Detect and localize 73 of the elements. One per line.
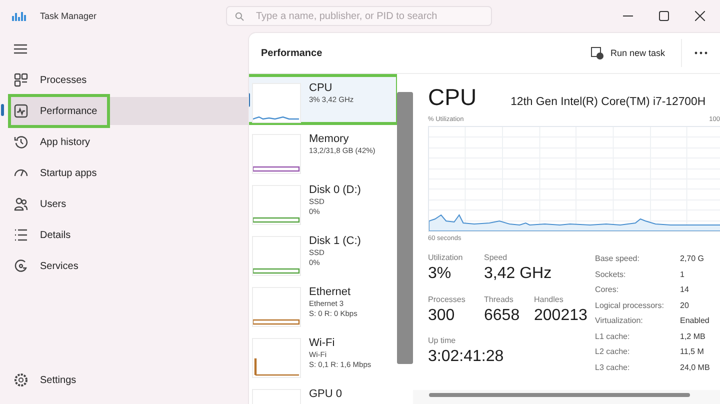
device-name: Disk 1 (C:) (309, 234, 361, 248)
stat-label: Speed (484, 253, 508, 263)
sidebar-label[interactable]: Processes (40, 74, 87, 86)
device-title: CPU (428, 84, 477, 111)
scrollbar[interactable] (429, 393, 690, 397)
spec-value: 14 (680, 284, 690, 296)
maximize-icon[interactable] (659, 11, 669, 21)
device-name: Ethernet (309, 285, 352, 299)
stat-label: Processes (428, 294, 466, 305)
settings-item[interactable]: Settings (8, 366, 248, 394)
spec-label: Sockets: (595, 268, 627, 280)
sidebar-label[interactable]: App history (40, 136, 90, 148)
list-icon (14, 228, 28, 242)
stat-value: 200213 (534, 306, 588, 326)
spec-label: Virtualization: (595, 315, 644, 327)
chart-icon (14, 104, 28, 118)
device-name: Disk 0 (D:) (309, 183, 361, 197)
spec-value: Enabled (680, 315, 710, 327)
spec-value: 1,2 MB (680, 330, 706, 342)
users-icon (14, 197, 28, 211)
device-name: Wi-Fi (309, 336, 336, 350)
sidebar-item[interactable]: Users (8, 190, 248, 218)
history-icon (14, 135, 28, 149)
sidebar-item[interactable]: Services (8, 252, 248, 280)
page-title: Performance (261, 48, 322, 58)
device-name: Memory (309, 132, 350, 146)
stat-value: 3:02:41:28 (428, 347, 504, 368)
stat-label: Utilization (428, 253, 464, 263)
spec-label: L1 cache: (595, 330, 631, 342)
spec-label: L3 cache: (595, 362, 631, 374)
stat-label: Handles (534, 294, 564, 305)
more-icon[interactable] (694, 51, 708, 55)
sidebar-item[interactable]: App history (8, 128, 248, 156)
sidebar-item[interactable]: Processes (8, 66, 248, 94)
spec-value: 24,0 MB (680, 362, 710, 374)
search-icon (235, 12, 244, 20)
stat-value: 3% (428, 264, 452, 284)
sidebar-label[interactable]: Performance (40, 106, 98, 116)
stat-value: 6658 (484, 306, 520, 326)
search-field[interactable]: Type a name, publisher, or PID to search (226, 6, 492, 26)
stat-value: 300 (428, 306, 455, 326)
sidebar-label[interactable]: Details (40, 230, 71, 240)
sidebar-label[interactable]: Users (40, 198, 66, 210)
stat-label: Up time (428, 336, 457, 346)
sidebar-label[interactable]: Services (40, 260, 78, 272)
run-task-icon (591, 46, 604, 60)
spec-label: Cores: (595, 284, 620, 296)
gear-icon (14, 259, 28, 273)
run-new-task-button[interactable]: Run new task (585, 42, 671, 64)
spec-value: 11,5 M (680, 346, 705, 358)
spec-label: Base speed: (595, 253, 640, 265)
sidebar-label[interactable]: Startup apps (40, 168, 97, 178)
scrollbar[interactable] (397, 92, 413, 364)
stat-value: 3,42 GHz (484, 264, 552, 284)
close-icon[interactable] (695, 11, 705, 21)
menu-icon[interactable] (14, 44, 27, 54)
spec-label: Logical processors: (595, 300, 665, 312)
settings-icon (14, 373, 28, 387)
stat-label: Threads (484, 294, 514, 305)
window-title: Task Manager (40, 11, 97, 21)
device-item[interactable]: GPU 0 (249, 380, 397, 404)
spec-value: 2,70 G (680, 253, 706, 265)
spec-value: 20 (680, 300, 690, 312)
grid-icon (14, 73, 28, 87)
processor-model: 12th Gen Intel(R) Core(TM) i7-12700H (510, 96, 706, 108)
sidebar-item[interactable]: Startup apps (8, 159, 248, 187)
spec-value: 1 (680, 268, 686, 280)
spec-label: L2 cache: (595, 346, 631, 358)
device-name: GPU 0 (309, 387, 342, 401)
app-icon (12, 10, 26, 22)
device-name: CPU (309, 81, 334, 95)
selection-indicator (1, 104, 4, 116)
sidebar-item[interactable]: Details (8, 221, 248, 249)
